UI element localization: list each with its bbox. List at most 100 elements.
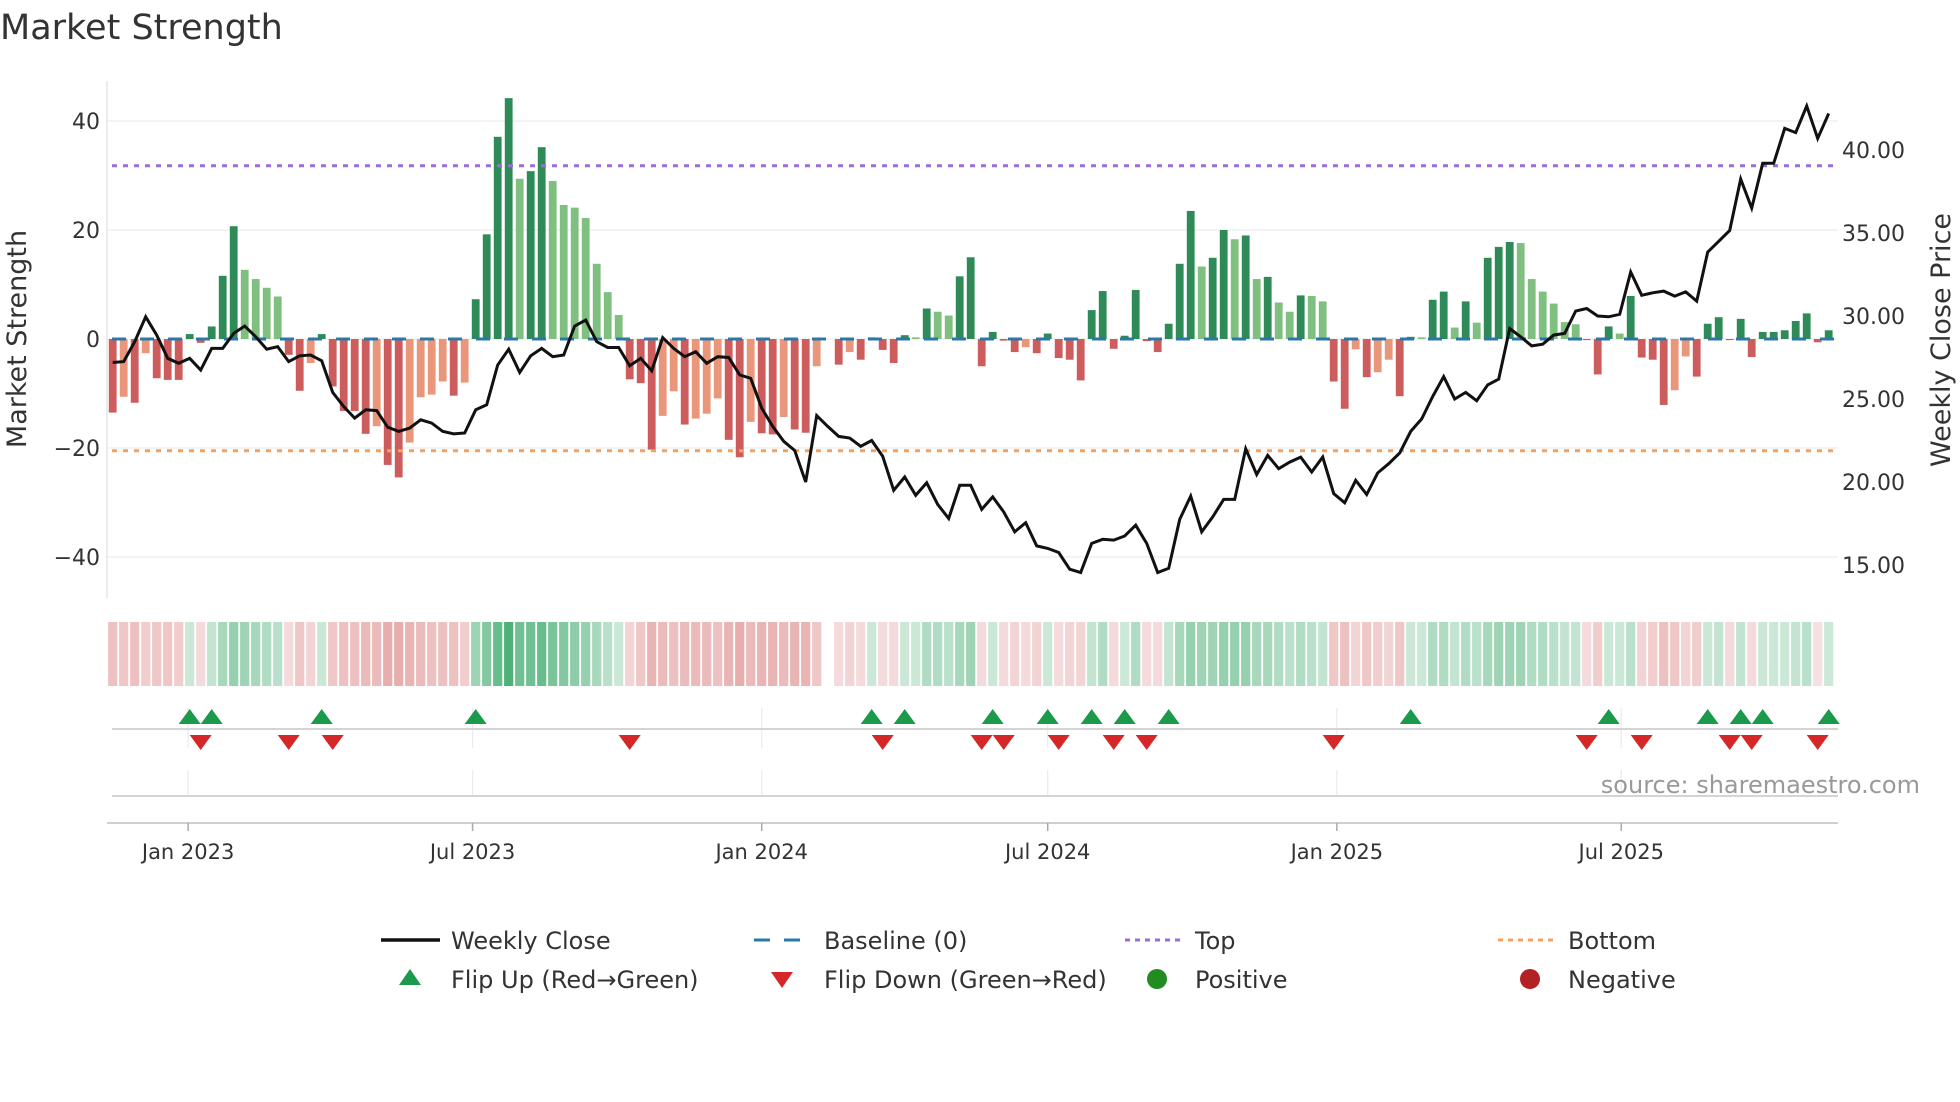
heat-cell	[1505, 622, 1515, 686]
bar-positive	[1483, 257, 1492, 339]
bar-negative	[834, 339, 843, 365]
bar-positive	[933, 311, 942, 339]
bar-negative	[1384, 339, 1393, 360]
bar-positive	[1604, 326, 1613, 339]
source-label: source: sharemaestro.com	[1601, 771, 1920, 799]
bar-negative	[977, 339, 986, 367]
heat-cell	[878, 622, 888, 686]
heat-cell	[174, 622, 184, 686]
bar-positive	[262, 287, 271, 339]
heat-cell	[1142, 622, 1152, 686]
bar-positive	[1428, 299, 1437, 339]
bar-negative	[460, 339, 469, 383]
heat-cell	[416, 622, 426, 686]
circle-icon	[1520, 969, 1540, 989]
heat-cell	[1098, 622, 1108, 686]
bar-negative	[1065, 339, 1074, 360]
heat-cell	[922, 622, 932, 686]
bar-negative	[1582, 339, 1591, 341]
flip-down-marker	[1047, 735, 1070, 750]
bar-positive	[1263, 276, 1272, 339]
heat-cell	[592, 622, 602, 686]
bar-negative	[1329, 339, 1338, 382]
bar-negative	[339, 339, 348, 411]
bar-negative	[999, 339, 1008, 341]
heat-cell	[856, 622, 866, 686]
heat-cell	[779, 622, 789, 686]
bar-negative	[1021, 339, 1030, 348]
heat-cell	[691, 622, 701, 686]
bar-positive	[229, 226, 238, 339]
heat-cell	[1670, 622, 1680, 686]
heat-cell	[1758, 622, 1768, 686]
bar-negative	[724, 339, 733, 440]
flip-up-marker	[1729, 709, 1752, 724]
bar-positive	[592, 263, 601, 339]
bar-negative	[1659, 339, 1668, 405]
legend-label: Baseline (0)	[824, 927, 967, 955]
heat-cell	[1230, 622, 1240, 686]
bar-negative	[383, 339, 392, 465]
heat-cell	[999, 622, 1009, 686]
heat-cell	[1351, 622, 1361, 686]
bar-negative	[647, 339, 656, 450]
y2-tick-label: 20.00	[1842, 471, 1905, 496]
heat-cell	[933, 622, 943, 686]
heat-cell	[108, 622, 118, 686]
bar-negative	[1362, 339, 1371, 378]
heat-cell	[680, 622, 690, 686]
bar-positive	[218, 275, 227, 339]
heat-cell	[1703, 622, 1713, 686]
legend-label: Top	[1194, 927, 1236, 955]
bar-positive	[1274, 302, 1283, 339]
heat-cell	[702, 622, 712, 686]
flip-up-marker	[1157, 709, 1180, 724]
heat-cell	[515, 622, 525, 686]
bar-negative	[1747, 339, 1756, 357]
bar-negative	[1340, 339, 1349, 409]
strength-bars	[108, 98, 1833, 478]
bar-negative	[856, 339, 865, 360]
heat-cell	[1527, 622, 1537, 686]
heat-cell	[559, 622, 569, 686]
flip-down-marker	[189, 735, 212, 750]
heat-cell	[284, 622, 294, 686]
bar-positive	[1571, 324, 1580, 339]
bar-positive	[251, 279, 260, 339]
bar-negative	[801, 339, 810, 433]
legend-item: Bottom	[1498, 927, 1656, 955]
bar-positive	[966, 257, 975, 339]
heat-cell	[1813, 622, 1823, 686]
bar-negative	[394, 339, 403, 478]
heat-cell	[537, 622, 547, 686]
reference-lines	[112, 164, 1838, 453]
bar-positive	[548, 180, 557, 339]
bar-positive	[1780, 330, 1789, 339]
y-tick-label: −20	[54, 437, 100, 462]
heat-cell	[1043, 622, 1053, 686]
y-tick-label: 40	[72, 110, 100, 135]
heat-cell	[1131, 622, 1141, 686]
bar-positive	[1230, 239, 1239, 339]
heat-cell	[658, 622, 668, 686]
bar-negative	[416, 339, 425, 398]
y2-tick-label: 35.00	[1842, 222, 1905, 247]
heat-cell	[130, 622, 140, 686]
flip-down-marker	[1575, 735, 1598, 750]
heat-cell	[955, 622, 965, 686]
heat-cell	[1252, 622, 1262, 686]
bar-negative	[361, 339, 370, 434]
bar-negative	[1670, 339, 1679, 391]
x-tick-label: Jan 2024	[713, 840, 808, 864]
heat-cell	[306, 622, 316, 686]
bar-negative	[1725, 339, 1734, 341]
market-strength-chart: Market Strength 40 20 0 −20 −40 40.00 35.00 30.…	[0, 8, 1957, 994]
legend-label: Flip Up (Red→Green)	[451, 966, 699, 994]
flip-up-marker	[200, 709, 223, 724]
heat-cell	[834, 622, 844, 686]
bar-negative	[790, 339, 799, 430]
flip-up-marker	[1817, 709, 1840, 724]
flip-up-marker	[1751, 709, 1774, 724]
x-tick-label: Jul 2024	[1003, 840, 1090, 864]
heat-cell	[1483, 622, 1493, 686]
